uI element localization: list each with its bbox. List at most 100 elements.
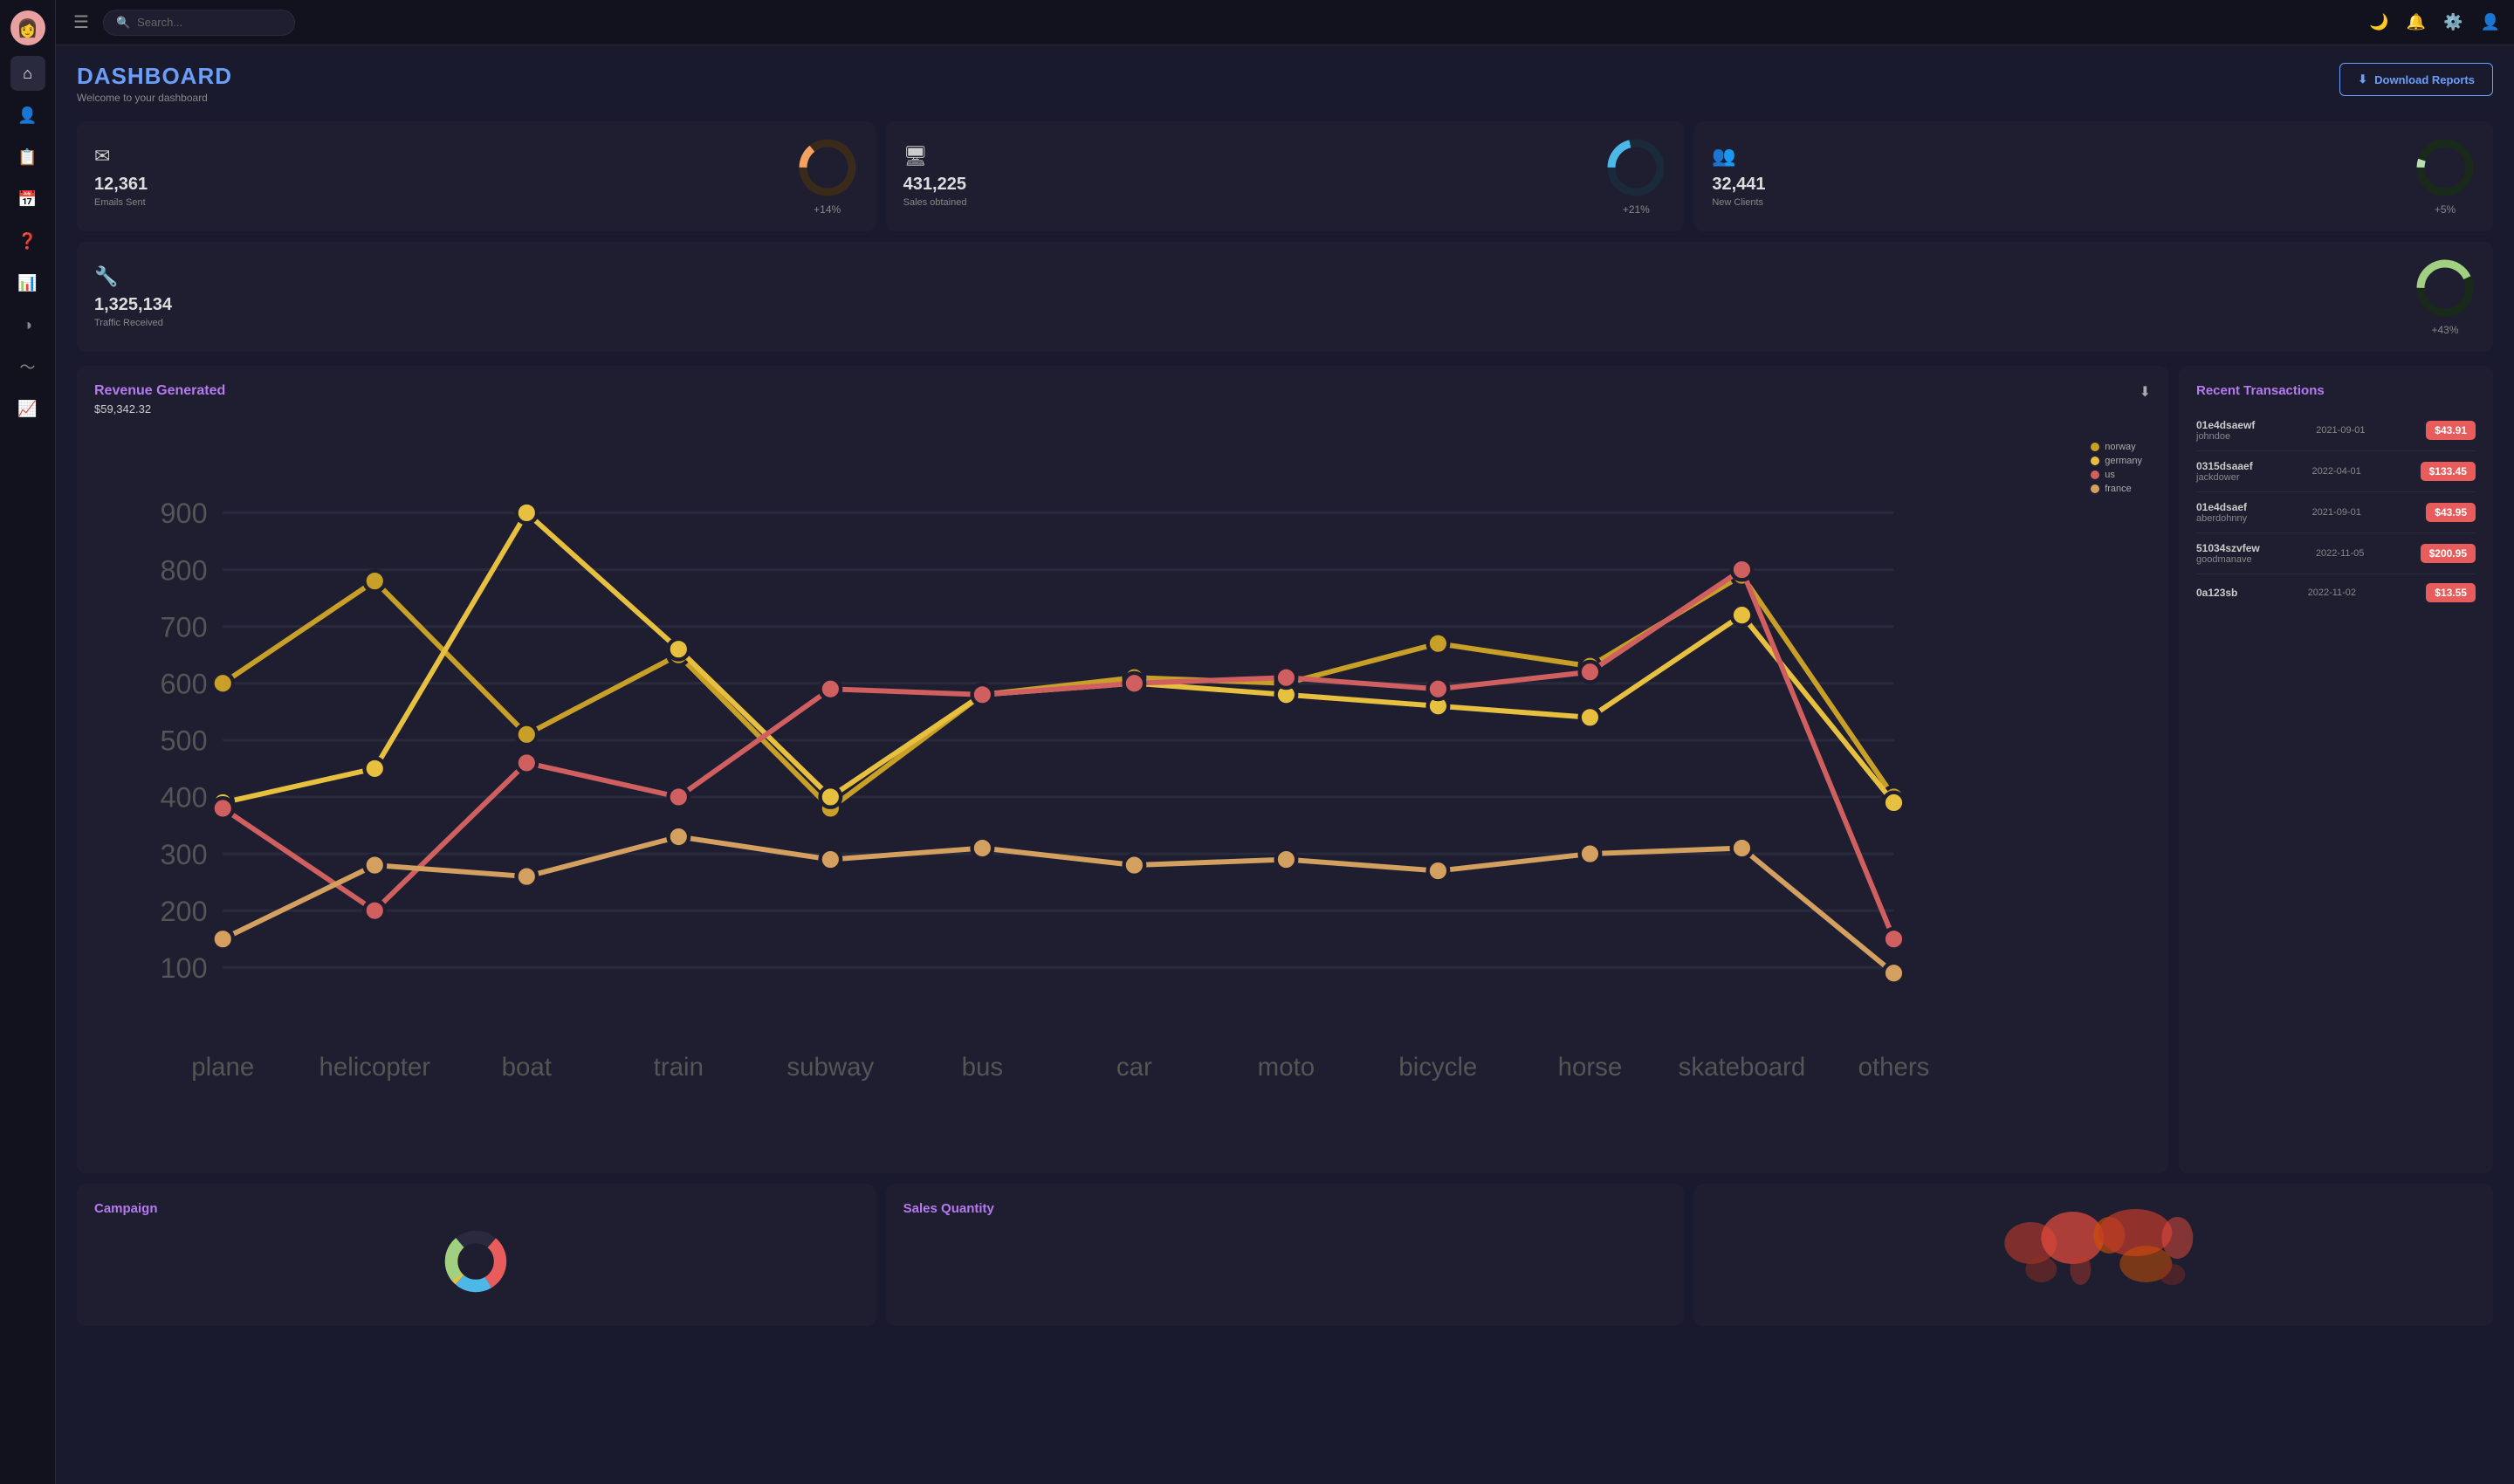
download-icon: ⬇ [2358,72,2367,86]
gear-icon[interactable]: ⚙️ [2443,13,2462,31]
sidebar-item-analytics[interactable]: 📊 [10,265,45,300]
stat-value: 32,441 [1712,175,1765,195]
svg-text:subway: subway [786,1053,874,1082]
tx-amount: $43.95 [2426,503,2476,522]
svg-text:train: train [654,1053,704,1082]
legend-item: france [2091,484,2142,494]
campaign-card: Campaign [77,1184,876,1326]
tx-user: aberdohnny [2196,513,2247,524]
download-reports-button[interactable]: ⬇ Download Reports [2339,63,2493,96]
stat-info: 🖥 431,225 Sales obtained [903,145,967,208]
svg-text:300: 300 [161,839,208,870]
sidebar-item-contacts[interactable]: 📋 [10,140,45,175]
stat-card-new-clients: 👥 32,441 New Clients +5% [1694,121,2493,231]
stat-icon: ✉ [94,145,148,168]
legend-dot [2091,471,2099,479]
chart-legend-items: norway germany us france [2091,442,2142,494]
transaction-item: 0315dsaaef jackdower 2022-04-01 $133.45 [2196,451,2476,492]
search-icon: 🔍 [116,16,130,30]
bottom-row: Campaign Sales Quantity [77,1184,2493,1326]
stat-cards: ✉ 12,361 Emails Sent +14% 🖥 431,225 Sale… [77,121,2493,231]
page-header: DASHBOARD Welcome to your dashboard ⬇ Do… [77,63,2493,104]
search-box[interactable]: 🔍 [103,10,295,36]
tx-user: johndoe [2196,431,2255,442]
transactions-list: 01e4dsaewf johndoe 2021-09-01 $43.91 031… [2196,410,2476,611]
tx-info: 01e4dsaef aberdohnny [2196,501,2247,524]
campaign-donut [441,1226,511,1296]
main-area: ☰ 🔍 🌙 🔔 ⚙️ 👤 DASHBOARD Welcome to your d… [56,0,2514,1484]
stat-icon: 🖥 [903,145,967,168]
transactions-card: Recent Transactions 01e4dsaewf johndoe 2… [2179,366,2493,1173]
svg-text:skateboard: skateboard [1679,1053,1806,1082]
bell-icon[interactable]: 🔔 [2407,13,2426,31]
tx-info: 51034szvfew goodmanave [2196,542,2260,565]
stat-label: Sales obtained [903,197,967,208]
legend-dot [2091,443,2099,451]
tx-id: 01e4dsaef [2196,501,2247,513]
legend-item: us [2091,470,2142,480]
svg-text:bus: bus [962,1053,1003,1082]
revenue-chart-title: Revenue Generated [94,383,225,399]
traffic-label: Traffic Received [94,318,172,328]
svg-text:bicycle: bicycle [1398,1053,1477,1082]
tx-amount: $200.95 [2421,544,2476,563]
charts-row: Revenue Generated $59,342.32 ⬇ 100200300… [77,366,2493,1173]
stat-card-sales-obtained: 🖥 431,225 Sales obtained +21% [886,121,1685,231]
moon-icon[interactable]: 🌙 [2369,13,2388,31]
transaction-item: 51034szvfew goodmanave 2022-11-05 $200.9… [2196,533,2476,574]
svg-text:horse: horse [1558,1053,1623,1082]
svg-text:800: 800 [161,554,208,586]
stat-percent: +21% [1623,203,1650,216]
svg-text:900: 900 [161,498,208,529]
stat-card-emails-sent: ✉ 12,361 Emails Sent +14% [77,121,876,231]
svg-text:helicopter: helicopter [319,1053,430,1082]
sidebar-item-trends[interactable]: 〜 [10,349,45,384]
line-chart-wrap: 100200300400500600700800900planehelicopt… [94,433,2151,1156]
avatar[interactable]: 👩 [10,10,45,45]
legend-item: germany [2091,456,2142,466]
svg-text:100: 100 [161,952,208,984]
download-chart-icon[interactable]: ⬇ [2140,383,2151,401]
tx-id: 0315dsaaef [2196,460,2253,472]
tx-date: 2022-04-01 [2298,466,2376,477]
tx-info: 01e4dsaewf johndoe [2196,419,2255,442]
legend-label: us [2105,470,2115,480]
nav-icons: 🌙 🔔 ⚙️ 👤 [2369,13,2500,31]
tx-amount: $133.45 [2421,462,2476,481]
user-icon[interactable]: 👤 [2481,13,2500,31]
svg-text:500: 500 [161,725,208,757]
traffic-stat-info: 🔧 1,325,134 Traffic Received [94,265,172,328]
svg-text:car: car [1116,1053,1152,1082]
svg-text:others: others [1858,1053,1930,1082]
sidebar-item-calendar[interactable]: 📅 [10,182,45,216]
stat-chart: +21% [1605,137,1666,216]
svg-text:400: 400 [161,782,208,814]
page-title: DASHBOARD [77,63,232,90]
tx-date: 2022-11-02 [2292,587,2371,598]
search-input[interactable] [137,16,277,29]
topnav: ☰ 🔍 🌙 🔔 ⚙️ 👤 [56,0,2514,45]
hamburger-icon[interactable]: ☰ [70,8,93,37]
svg-text:600: 600 [161,669,208,700]
traffic-chart: +43% [2414,258,2476,336]
revenue-chart-amount: $59,342.32 [94,402,225,416]
transactions-title: Recent Transactions [2196,383,2476,398]
sidebar-item-home[interactable]: ⌂ [10,56,45,91]
tx-user: goodmanave [2196,554,2260,565]
tx-id: 01e4dsaewf [2196,419,2255,431]
page-title-group: DASHBOARD Welcome to your dashboard [77,63,232,104]
stat-icon: 👥 [1712,145,1765,168]
tx-id: 0a123sb [2196,587,2237,599]
sidebar-item-reports[interactable]: 📈 [10,391,45,426]
sidebar-item-pie[interactable]: ◑ [10,307,45,342]
svg-text:700: 700 [161,611,208,642]
svg-text:moto: moto [1258,1053,1315,1082]
stat-chart: +5% [2414,137,2476,216]
sidebar-item-help[interactable]: ❓ [10,223,45,258]
transaction-item: 01e4dsaewf johndoe 2021-09-01 $43.91 [2196,410,2476,451]
sidebar-item-users[interactable]: 👤 [10,98,45,133]
chart-legend: norway germany us france [2091,442,2142,494]
stat-percent: +5% [2435,203,2456,216]
stat-value: 12,361 [94,175,148,195]
line-chart-svg: 100200300400500600700800900planehelicopt… [94,433,2151,1153]
